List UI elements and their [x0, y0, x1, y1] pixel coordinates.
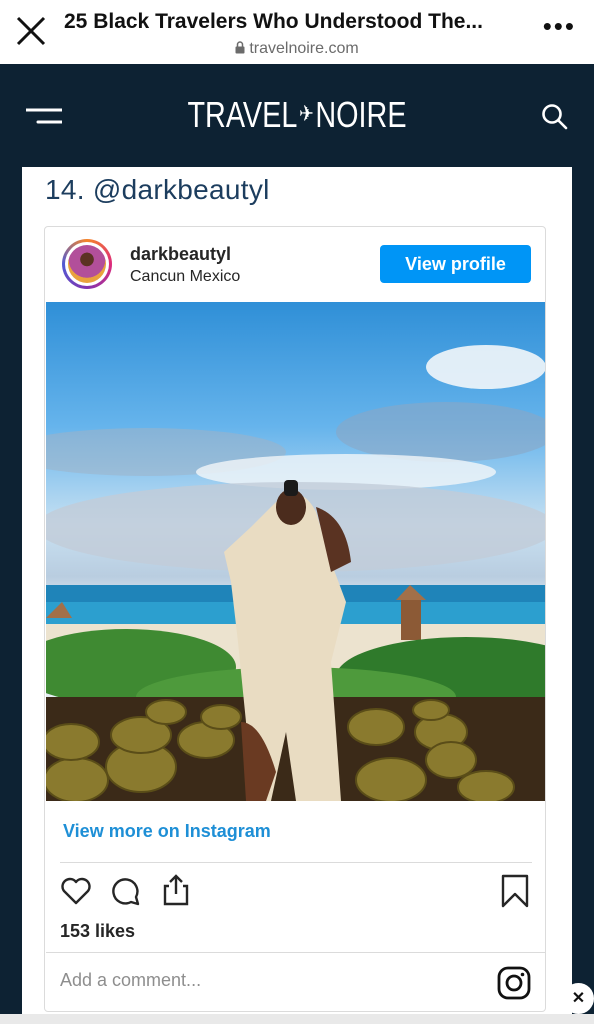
share-icon: [163, 874, 189, 906]
comment-icon: [112, 878, 140, 906]
close-icon: ✕: [571, 990, 586, 1007]
more-icon: •••: [542, 11, 576, 41]
plane-icon: ✈: [298, 101, 314, 126]
browser-toolbar-edge: [0, 1014, 594, 1024]
menu-button[interactable]: [24, 106, 64, 126]
site-logo[interactable]: TRAVEL✈NOIRE: [59, 94, 534, 136]
logo-text-left: TRAVEL: [187, 94, 298, 135]
comment-input[interactable]: [60, 970, 480, 991]
logo-text-right: NOIRE: [315, 94, 407, 135]
comment-button[interactable]: [109, 874, 143, 908]
url-text: travelnoire.com: [249, 40, 359, 57]
like-button[interactable]: [59, 874, 93, 908]
menu-icon: [24, 108, 64, 124]
bookmark-icon: [501, 874, 529, 908]
search-button[interactable]: [541, 103, 569, 131]
view-more-link[interactable]: View more on Instagram: [63, 821, 271, 842]
instagram-icon: [497, 966, 531, 1000]
more-button[interactable]: •••: [543, 13, 576, 39]
page-title: 25 Black Travelers Who Understood The...: [64, 10, 483, 33]
lock-icon: [235, 41, 245, 59]
view-profile-button[interactable]: View profile: [380, 245, 531, 283]
url-display[interactable]: travelnoire.com: [0, 40, 594, 59]
like-count: 153 likes: [60, 921, 136, 941]
avatar[interactable]: [62, 239, 112, 289]
browser-bar: 25 Black Travelers Who Understood The...…: [0, 0, 594, 64]
dismiss-button[interactable]: ✕: [563, 983, 594, 1014]
divider: [46, 952, 545, 953]
divider: [60, 862, 532, 863]
heart-icon: [61, 877, 91, 905]
instagram-link[interactable]: [497, 966, 531, 1000]
search-icon: [542, 104, 568, 130]
entry-heading: 14. @darkbeautyl: [45, 174, 270, 205]
save-button[interactable]: [498, 874, 532, 908]
instagram-location[interactable]: Cancun Mexico: [130, 268, 240, 286]
instagram-username[interactable]: darkbeautyl: [130, 244, 231, 265]
instagram-photo[interactable]: [46, 302, 545, 801]
share-button[interactable]: [159, 872, 193, 906]
